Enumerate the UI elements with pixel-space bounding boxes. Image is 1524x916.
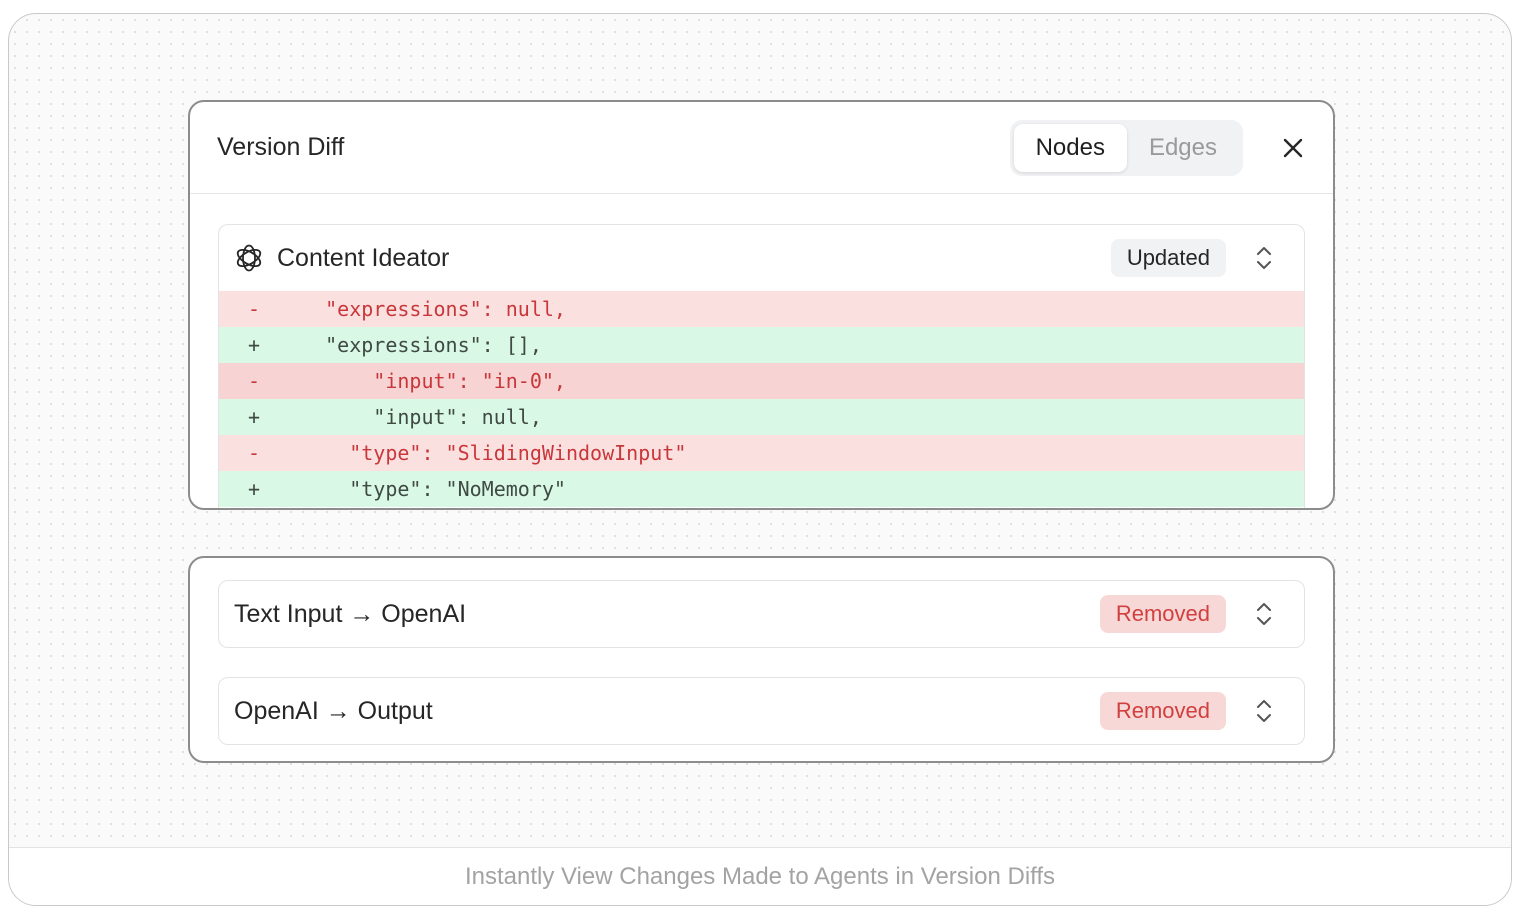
diff-line-added: + "type": "NoMemory" xyxy=(219,471,1304,507)
diff-code: "type": "NoMemory" xyxy=(289,477,566,501)
close-icon xyxy=(1283,138,1303,157)
edge-title: Text Input → OpenAI xyxy=(234,599,467,628)
caption-text: Instantly View Changes Made to Agents in… xyxy=(464,862,1056,890)
diff-sign: - xyxy=(247,297,261,321)
edge-title: OpenAI → Output xyxy=(234,696,433,725)
close-button[interactable] xyxy=(1279,134,1307,162)
diff-line-added: + "input": null, xyxy=(219,399,1304,435)
node-card-header[interactable]: Content Ideator Updated xyxy=(219,225,1304,291)
edge-diff-card[interactable]: Text Input → OpenAI Removed xyxy=(218,580,1305,648)
panel-header: Version Diff Nodes Edges xyxy=(190,102,1333,194)
status-badge-updated: Updated xyxy=(1110,239,1226,277)
caption-bar: Instantly View Changes Made to Agents in… xyxy=(9,847,1511,905)
diff-code: "input": "in-0", xyxy=(289,369,566,393)
diff-code: "expressions": [], xyxy=(289,333,542,357)
node-title: Content Ideator xyxy=(277,243,450,272)
tab-nodes[interactable]: Nodes xyxy=(1013,123,1127,172)
diff-sign: - xyxy=(247,441,261,465)
openai-logo-icon xyxy=(236,244,262,272)
expand-toggle-button[interactable] xyxy=(1244,691,1284,731)
chevron-up-down-icon xyxy=(1257,603,1271,625)
diff-line-removed: - "type": "SlidingWindowInput" xyxy=(219,435,1304,471)
tab-edges[interactable]: Edges xyxy=(1127,124,1239,172)
diff-sign: - xyxy=(247,369,261,393)
expand-toggle-button[interactable] xyxy=(1244,238,1284,278)
chevron-up-down-icon xyxy=(1257,247,1271,269)
diff-code: "type": "SlidingWindowInput" xyxy=(289,441,687,465)
diff-line-added: + "expressions": [], xyxy=(219,327,1304,363)
chevron-up-down-icon xyxy=(1257,700,1271,722)
diff-sign: + xyxy=(247,405,261,429)
status-badge-removed: Removed xyxy=(1099,595,1226,633)
expand-toggle-button[interactable] xyxy=(1244,594,1284,634)
diff-line-removed: - "expressions": null, xyxy=(219,291,1304,327)
diff-code: "expressions": null, xyxy=(289,297,566,321)
diff-code: "input": null, xyxy=(289,405,542,429)
diff-line-removed: - "input": "in-0", xyxy=(219,363,1304,399)
edge-diff-card[interactable]: OpenAI → Output Removed xyxy=(218,677,1305,745)
panel-title: Version Diff xyxy=(217,133,345,161)
view-toggle: Nodes Edges xyxy=(1009,119,1243,176)
version-diff-panel: Version Diff Nodes Edges Content Ideator… xyxy=(188,100,1335,510)
edges-diff-panel: Text Input → OpenAI Removed OpenAI → Out… xyxy=(188,556,1335,763)
showcase-frame: Version Diff Nodes Edges Content Ideator… xyxy=(8,13,1512,906)
diff-sign: + xyxy=(247,333,261,357)
status-badge-removed: Removed xyxy=(1099,692,1226,730)
node-diff-card: Content Ideator Updated - "expressions":… xyxy=(218,224,1305,508)
diff-sign: + xyxy=(247,477,261,501)
